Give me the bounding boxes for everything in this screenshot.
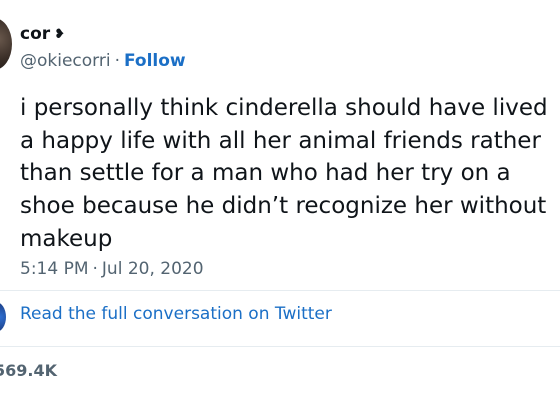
divider: [0, 290, 560, 291]
tweet-timestamp[interactable]: 5:14 PM · Jul 20, 2020: [20, 259, 204, 279]
tweet-time: 5:14 PM: [20, 259, 89, 279]
tweet-text-line: than settle for a man who had her try on…: [20, 160, 511, 187]
heart-emoji-icon: ❥: [54, 27, 66, 42]
follow-button[interactable]: Follow: [124, 51, 186, 71]
handle-separator: ·: [114, 51, 120, 71]
display-name-text: cor: [20, 24, 51, 44]
read-conversation-link[interactable]: Read the full conversation on Twitter: [20, 304, 332, 324]
tweet-text: i personally think cinderella should hav…: [20, 92, 560, 256]
divider: [0, 346, 560, 347]
author-avatar[interactable]: [0, 18, 12, 70]
author-display-name[interactable]: cor ❥: [20, 24, 65, 44]
tweet-text-line: makeup: [20, 225, 113, 252]
like-count[interactable]: 569.4K: [0, 361, 57, 380]
conversation-avatar: [0, 302, 6, 332]
tweet-text-line: i personally think cinderella should hav…: [20, 95, 548, 121]
author-handle-row: @okiecorri · Follow: [20, 51, 186, 71]
timestamp-separator: ·: [92, 259, 98, 279]
tweet-date: Jul 20, 2020: [101, 259, 204, 279]
tweet-text-line: shoe because he didn’t recognize her wit…: [20, 193, 547, 220]
author-handle[interactable]: @okiecorri: [20, 51, 111, 71]
tweet-text-line: a happy life with all her animal friends…: [20, 127, 541, 154]
